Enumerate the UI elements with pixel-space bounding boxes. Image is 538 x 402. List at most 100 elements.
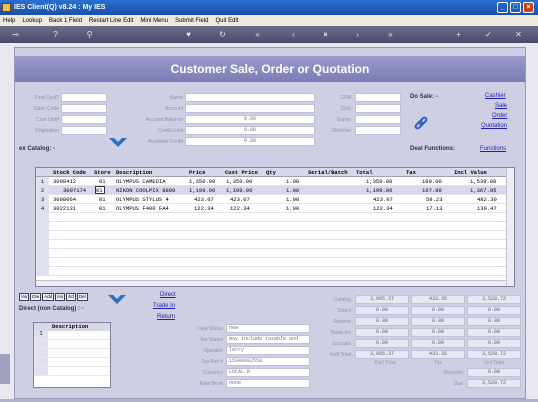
direct-excl: 0.00: [355, 306, 409, 315]
maximize-icon[interactable]: □: [510, 2, 521, 13]
returns-tax: 0.00: [411, 317, 465, 326]
list-item[interactable]: [34, 349, 110, 358]
line-items-table: Stock Code Store Description Price Cust …: [35, 167, 515, 287]
sales-code-field[interactable]: [61, 104, 107, 113]
cell-cust-price: 423.07: [230, 196, 250, 203]
name-field[interactable]: [185, 93, 315, 102]
vertical-scrollbar[interactable]: [506, 168, 514, 286]
list-item[interactable]: [34, 340, 110, 349]
nett-tax: 433.35: [411, 350, 465, 359]
tab-add[interactable]: Add: [42, 293, 55, 301]
direct-total-label: Direct: [337, 308, 351, 314]
tab-view[interactable]: Vw: [19, 293, 30, 301]
table-row[interactable]: 1 3008412 01 OLYMPUS CAMEDIA 1,350.00 1,…: [36, 177, 514, 186]
menu-help[interactable]: Help: [3, 18, 15, 24]
cust-ord-field[interactable]: [61, 115, 107, 124]
refresh-icon[interactable]: ↻: [217, 29, 228, 40]
direct-items-table: Description 1: [33, 322, 111, 388]
expiry-field[interactable]: [355, 115, 401, 124]
directive-field[interactable]: [355, 126, 401, 135]
club-field[interactable]: [355, 104, 401, 113]
plus-icon[interactable]: +: [453, 29, 464, 40]
menu-restart-line[interactable]: Restart Line Edit: [89, 18, 133, 24]
search-icon[interactable]: ⚲: [84, 29, 95, 40]
return-link[interactable]: Return: [157, 314, 175, 320]
sale-link[interactable]: Sale: [495, 103, 507, 109]
trade-in-link[interactable]: Trade In: [153, 303, 175, 309]
table-row[interactable]: [36, 258, 514, 267]
down-arrow-icon[interactable]: [108, 136, 128, 150]
table-row[interactable]: [36, 222, 514, 231]
tab-dte[interactable]: Dte: [30, 293, 42, 301]
cell-qty: 1.00: [286, 187, 300, 194]
trade-ins-excl: 0.00: [355, 328, 409, 337]
key-icon[interactable]: ⊸: [10, 29, 21, 40]
returns-excl: 0.00: [355, 317, 409, 326]
functions-link[interactable]: Functions: [480, 146, 506, 152]
cashier-link[interactable]: Cashier: [485, 93, 506, 99]
list-item[interactable]: [34, 358, 110, 367]
page-title: Customer Sale, Order or Quotation: [15, 56, 525, 82]
tab-ins[interactable]: Ins: [55, 293, 66, 301]
table-row[interactable]: [36, 267, 514, 276]
crm-field[interactable]: [355, 93, 401, 102]
cell-store-editing[interactable]: 01: [95, 186, 105, 194]
cell-total: 423.07: [373, 196, 393, 203]
pause-icon[interactable]: ⏸: [320, 29, 331, 40]
back-icon[interactable]: ‹: [288, 29, 299, 40]
direct-link[interactable]: Direct: [160, 292, 176, 298]
table-row[interactable]: 3 3008064 01 OLYMPUS STYLUS 4 423.07 423…: [36, 195, 514, 204]
minimize-icon[interactable]: _: [497, 2, 508, 13]
deal-status-field: new: [226, 324, 310, 333]
trade-ins-incl: 0.00: [467, 328, 521, 337]
menu-lookup[interactable]: Lookup: [22, 18, 42, 24]
fast-forward-icon[interactable]: »: [385, 29, 396, 40]
horizontal-scrollbar[interactable]: [36, 280, 506, 286]
table-row[interactable]: 4 3022131 01 OLYMPUS F400 FA4 122.34 122…: [36, 204, 514, 213]
title-bar: IES Client(Q) v8.24 : My IES _ □ ×: [0, 0, 538, 15]
tax-status-label: Tax Status: [199, 337, 223, 343]
table-row[interactable]: [36, 249, 514, 258]
link-icon[interactable]: [413, 116, 429, 132]
list-item[interactable]: [34, 367, 110, 376]
window-title: IES Client(Q) v8.24 : My IES: [14, 4, 106, 11]
check-icon[interactable]: ✓: [483, 29, 494, 40]
do-sale-label: Do Sale: -: [410, 94, 438, 100]
account-balance-field: 0.00: [185, 115, 315, 124]
table-row[interactable]: 2 3007174 01 NIKON COOLPIX 8800 1,199.96…: [36, 186, 514, 195]
row-number: 1: [34, 331, 48, 339]
down-arrow-icon[interactable]: [107, 293, 127, 307]
menu-submit-field[interactable]: Submit Field: [175, 18, 208, 24]
account-field[interactable]: [185, 104, 315, 113]
tab-del[interactable]: Del: [76, 293, 88, 301]
cell-store: 01: [99, 196, 106, 203]
help-icon[interactable]: ?: [50, 29, 61, 40]
forward-icon[interactable]: ›: [352, 29, 363, 40]
quotation-link[interactable]: Quotation: [481, 123, 507, 129]
table-row[interactable]: [36, 213, 514, 222]
table-row[interactable]: [36, 240, 514, 249]
deposits-field: 0.00: [467, 368, 521, 377]
find-cust-field[interactable]: [61, 93, 107, 102]
tab-ed[interactable]: Ed: [66, 293, 76, 301]
close-form-icon[interactable]: ✕: [513, 29, 524, 40]
list-item[interactable]: 1: [34, 331, 110, 340]
heart-icon[interactable]: ♥: [183, 29, 194, 40]
order-link[interactable]: Order: [492, 113, 507, 119]
side-panel-tab[interactable]: [0, 354, 10, 384]
table-row[interactable]: [36, 231, 514, 240]
cell-price: 1,199.96: [189, 187, 216, 194]
close-icon[interactable]: ×: [523, 2, 534, 13]
sys-ref-label: Sys Ref #: [201, 359, 223, 365]
fast-back-icon[interactable]: «: [252, 29, 263, 40]
row-number: [36, 213, 49, 221]
menu-quit-edit[interactable]: Quit Edit: [215, 18, 238, 24]
operator-label: Operator: [203, 348, 223, 354]
sales-code-label: Sales Code: [33, 106, 59, 112]
cell-qty: 1.00: [286, 178, 300, 185]
origination-field[interactable]: [61, 126, 107, 135]
menu-back-field[interactable]: Back 1 Field: [49, 18, 82, 24]
catalog-tax: 433.35: [411, 295, 465, 304]
cell-stock: 3022131: [53, 205, 77, 212]
menu-mini-menu[interactable]: Mini Menu: [140, 18, 168, 24]
